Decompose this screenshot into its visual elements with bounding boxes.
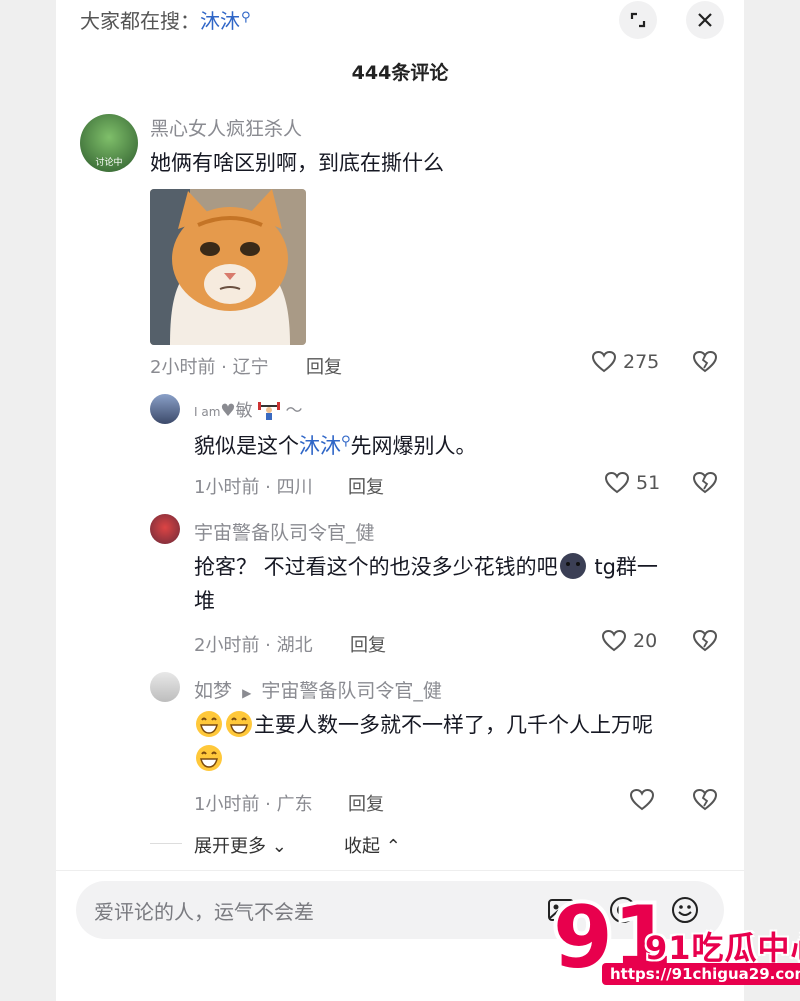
comment-sheet: 大家都在搜：沐沐⚲ 444条评论 讨论中 黑心女人疯狂杀人 她俩有啥区别啊，到底… (56, 0, 744, 1001)
heart-icon (629, 788, 655, 811)
reply-text-part: 貌似是这个 (194, 434, 299, 458)
like-button[interactable]: 20 (601, 629, 657, 653)
chevron-up-icon: ⌃ (380, 836, 401, 857)
dark-face-emoji-icon (558, 551, 588, 581)
username-prefix: I am (194, 405, 221, 419)
reply-meta: 1小时前 · 四川 (194, 477, 313, 498)
reply-button[interactable]: 回复 (348, 473, 384, 499)
reply-text-part: 先网爆别人。 (350, 434, 477, 458)
reply-button[interactable]: 回复 (348, 790, 384, 816)
weightlifter-icon (258, 401, 281, 421)
reply-text: 主要人数一多就不一样了，几千个人上万呢 (194, 708, 724, 776)
reply-username-text: 如梦 (194, 680, 233, 702)
dislike-button[interactable] (692, 350, 718, 378)
reply-text-part: 主要人数一多就不一样了，几千个人上万呢 (254, 713, 653, 737)
reply-button[interactable]: 回复 (350, 631, 386, 657)
reply-text-part: 抢客？ 不过看这个的也没多少花钱的吧 (194, 555, 558, 579)
watermark-url: https://91chigua29.com (602, 963, 800, 985)
expand-more-label: 展开更多 (194, 836, 266, 857)
collapse-button[interactable]: 收起 ⌃ (344, 832, 401, 858)
reply-arrow-icon: ▶ (242, 686, 252, 700)
comment-input-placeholder: 爱评论的人，运气不会差 (94, 900, 314, 924)
expand-more-button[interactable]: 展开更多 ⌄ (194, 832, 287, 858)
dislike-button[interactable] (692, 629, 718, 657)
username-tail: ～ (285, 401, 303, 421)
grin-emoji-icon (224, 709, 254, 739)
heart-icon (601, 629, 627, 652)
collapse-label: 收起 (344, 836, 380, 857)
search-icon: ⚲ (341, 434, 351, 449)
close-icon (698, 13, 712, 27)
avatar[interactable] (150, 394, 180, 424)
heart-icon (591, 350, 617, 373)
broken-heart-icon (692, 629, 718, 652)
search-icon: ⚲ (241, 10, 251, 25)
divider (150, 843, 182, 844)
reply-username[interactable]: 如梦 ▶ 宇宙警备队司令官_健 (194, 676, 442, 703)
fullscreen-button[interactable] (619, 1, 657, 39)
avatar-caption: 讨论中 (95, 158, 123, 168)
expand-icon (630, 12, 646, 28)
grin-emoji-icon (194, 743, 224, 773)
like-count: 51 (636, 472, 661, 494)
broken-heart-icon (692, 350, 718, 373)
heart-glyph-icon: ♥ (220, 401, 236, 421)
avatar[interactable]: 讨论中 (80, 114, 138, 172)
comment-count-title: 444条评论 (351, 62, 449, 84)
like-button[interactable]: 51 (604, 471, 660, 495)
grin-emoji-icon (194, 709, 224, 739)
comment-meta: 2小时前 · 辽宁 (150, 357, 269, 378)
dislike-button[interactable] (692, 471, 718, 499)
broken-heart-icon (692, 788, 718, 811)
like-count: 20 (633, 630, 658, 652)
trending-search[interactable]: 大家都在搜：沐沐⚲ (80, 8, 251, 34)
avatar[interactable] (150, 514, 180, 544)
reply-username[interactable]: 宇宙警备队司令官_健 (194, 518, 375, 545)
broken-heart-icon (692, 471, 718, 494)
comment-username[interactable]: 黑心女人疯狂杀人 (150, 114, 302, 141)
cat-meme-image[interactable] (150, 189, 306, 345)
heart-icon (604, 471, 630, 494)
reply-to-username[interactable]: 宇宙警备队司令官_健 (261, 680, 442, 702)
cat-photo-graphic (150, 189, 306, 345)
like-count: 275 (623, 351, 660, 373)
trending-search-prefix: 大家都在搜： (80, 9, 200, 33)
trending-search-keyword[interactable]: 沐沐 (200, 9, 240, 33)
close-button[interactable] (686, 1, 724, 39)
reply-button[interactable]: 回复 (306, 353, 342, 379)
reply-username[interactable]: I am♥敏 ～ (194, 396, 302, 421)
keyword-link[interactable]: 沐沐 (299, 434, 341, 458)
reply-text-part: tg群一 (587, 555, 658, 579)
reply-meta: 1小时前 · 广东 (194, 794, 313, 815)
reply-meta: 2小时前 · 湖北 (194, 635, 313, 656)
dislike-button[interactable] (692, 788, 718, 816)
like-button[interactable]: 275 (591, 350, 659, 374)
reply-text: 貌似是这个沐沐⚲先网爆别人。 (194, 429, 477, 463)
chevron-down-icon: ⌄ (266, 836, 287, 857)
reply-text: 抢客？ 不过看这个的也没多少花钱的吧 tg群一堆 (194, 550, 724, 618)
like-button[interactable] (629, 788, 655, 812)
reply-text-part: 堆 (194, 589, 215, 613)
avatar[interactable] (150, 672, 180, 702)
comment-text: 她俩有啥区别啊，到底在撕什么 (150, 151, 444, 175)
username-suffix: 敏 (235, 401, 253, 421)
